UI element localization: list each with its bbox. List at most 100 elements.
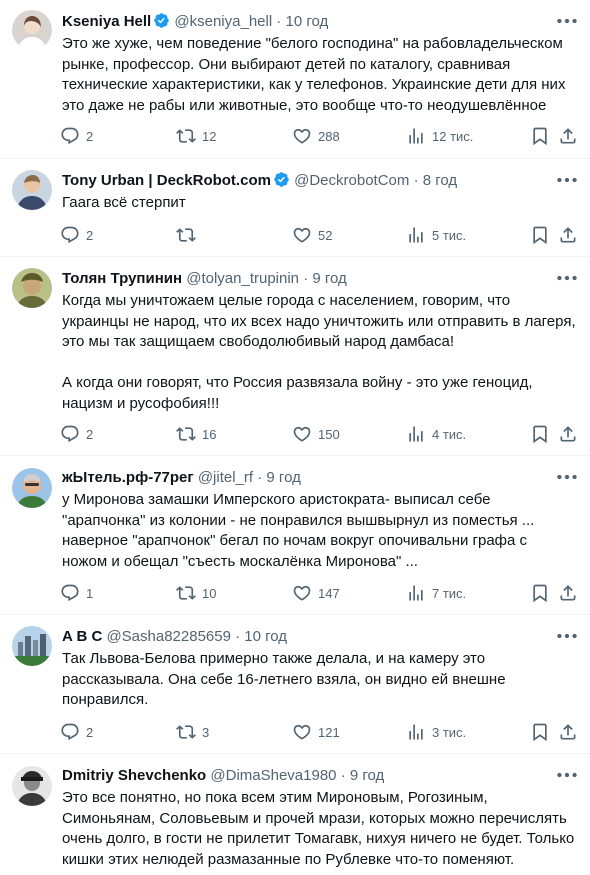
display-name[interactable]: Tony Urban | DeckRobot.com <box>62 172 271 189</box>
user-handle[interactable]: @Sasha82285659 <box>106 628 231 645</box>
bookmark-icon <box>530 722 550 742</box>
tweet-header: A B C @Sasha82285659 · 10 год <box>62 627 550 647</box>
like-button[interactable]: 288 <box>292 124 340 148</box>
retweet-button[interactable]: 10 <box>176 581 216 605</box>
separator: · <box>276 13 282 30</box>
user-handle[interactable]: @tolyan_trupinin <box>186 270 299 287</box>
avatar[interactable] <box>12 170 52 210</box>
timestamp[interactable]: 9 год <box>266 469 300 486</box>
reply-count: 2 <box>86 426 94 442</box>
like-button[interactable]: 147 <box>292 581 340 605</box>
reply-button[interactable]: 2 <box>60 223 93 247</box>
share-button[interactable] <box>558 124 578 148</box>
bookmark-button[interactable] <box>530 124 550 148</box>
heart-icon <box>292 424 312 444</box>
reply-icon <box>60 225 80 245</box>
timestamp[interactable]: 10 год <box>286 13 329 30</box>
tweet[interactable]: Kseniya Hell @kseniya_hell · 10 год Это … <box>0 0 590 159</box>
retweet-button[interactable]: 3 <box>176 720 209 744</box>
like-button[interactable]: 121 <box>292 720 340 744</box>
view-count: 12 тис. <box>432 128 474 144</box>
action-bar: 2 16 150 4 тис. <box>56 422 584 446</box>
tweet[interactable]: Dmitriy Shevchenko @DimaSheva1980 · 9 го… <box>0 754 590 875</box>
avatar[interactable] <box>12 626 52 666</box>
tweet-text: Гаага всё стерпит <box>62 194 186 211</box>
reply-count: 2 <box>86 724 94 740</box>
share-button[interactable] <box>558 581 578 605</box>
retweet-count: 3 <box>202 724 210 740</box>
like-count: 121 <box>318 724 340 740</box>
tweet[interactable]: жЫтель.рф-77рег @jitel_rf · 9 год у Миро… <box>0 456 590 615</box>
views-button[interactable]: 5 тис. <box>406 223 466 247</box>
views-button[interactable]: 4 тис. <box>406 422 466 446</box>
separator: · <box>303 270 309 287</box>
more-options-icon[interactable] <box>554 167 580 193</box>
bookmark-button[interactable] <box>530 720 550 744</box>
bookmark-button[interactable] <box>530 223 550 247</box>
retweet-button[interactable]: 16 <box>176 422 216 446</box>
reply-button[interactable]: 1 <box>60 581 93 605</box>
tweet-header: Dmitriy Shevchenko @DimaSheva1980 · 9 го… <box>62 766 550 786</box>
share-button[interactable] <box>558 720 578 744</box>
bookmark-button[interactable] <box>530 422 550 446</box>
more-options-icon[interactable] <box>554 762 580 788</box>
more-options-icon[interactable] <box>554 8 580 34</box>
retweet-count: 12 <box>202 128 217 144</box>
user-handle[interactable]: @kseniya_hell <box>174 13 272 30</box>
user-handle[interactable]: @jitel_rf <box>198 469 253 486</box>
separator: · <box>235 628 241 645</box>
timestamp[interactable]: 9 год <box>350 767 384 784</box>
more-options-icon[interactable] <box>554 464 580 490</box>
tweet[interactable]: Толян Трупинин @tolyan_trupinin · 9 год … <box>0 257 590 456</box>
retweet-button[interactable] <box>176 223 202 247</box>
retweet-button[interactable]: 12 <box>176 124 216 148</box>
reply-icon <box>60 126 80 146</box>
retweet-icon <box>176 583 196 603</box>
tweet[interactable]: Tony Urban | DeckRobot.com @DeckrobotCom… <box>0 159 590 257</box>
display-name[interactable]: Kseniya Hell <box>62 13 151 30</box>
display-name[interactable]: Dmitriy Shevchenko <box>62 767 206 784</box>
avatar[interactable] <box>12 10 52 50</box>
tweet-text: у Миронова замашки Имперского аристократ… <box>62 491 535 570</box>
timestamp[interactable]: 10 год <box>244 628 287 645</box>
retweet-count: 10 <box>202 585 217 601</box>
timestamp[interactable]: 9 год <box>312 270 346 287</box>
display-name[interactable]: Толян Трупинин <box>62 270 182 287</box>
avatar[interactable] <box>12 766 52 806</box>
bookmark-button[interactable] <box>530 581 550 605</box>
share-icon <box>558 583 578 603</box>
display-name[interactable]: жЫтель.рф-77рег <box>62 469 194 486</box>
view-count: 5 тис. <box>432 227 467 243</box>
action-bar: 2 52 5 тис. <box>56 223 584 247</box>
share-icon <box>558 424 578 444</box>
tweet[interactable]: A B C @Sasha82285659 · 10 год Так Львова… <box>0 615 590 754</box>
views-button[interactable]: 12 тис. <box>406 124 473 148</box>
like-button[interactable]: 52 <box>292 223 332 247</box>
share-icon <box>558 126 578 146</box>
reply-count: 2 <box>86 227 94 243</box>
reply-icon <box>60 722 80 742</box>
user-handle[interactable]: @DeckrobotCom <box>294 172 409 189</box>
views-button[interactable]: 3 тис. <box>406 720 466 744</box>
reply-button[interactable]: 2 <box>60 124 93 148</box>
timestamp[interactable]: 8 год <box>423 172 457 189</box>
more-options-icon[interactable] <box>554 623 580 649</box>
share-button[interactable] <box>558 422 578 446</box>
view-count: 7 тис. <box>432 585 467 601</box>
bookmark-icon <box>530 225 550 245</box>
reply-count: 1 <box>86 585 94 601</box>
display-name[interactable]: A B C <box>62 628 102 645</box>
reply-button[interactable]: 2 <box>60 720 93 744</box>
share-icon <box>558 225 578 245</box>
reply-button[interactable]: 2 <box>60 422 93 446</box>
view-count: 4 тис. <box>432 426 467 442</box>
share-button[interactable] <box>558 223 578 247</box>
views-button[interactable]: 7 тис. <box>406 581 466 605</box>
like-button[interactable]: 150 <box>292 422 340 446</box>
view-count: 3 тис. <box>432 724 467 740</box>
avatar[interactable] <box>12 468 52 508</box>
more-options-icon[interactable] <box>554 265 580 291</box>
avatar[interactable] <box>12 268 52 308</box>
action-bar: 1 10 147 7 тис. <box>56 581 584 605</box>
user-handle[interactable]: @DimaSheva1980 <box>210 767 336 784</box>
